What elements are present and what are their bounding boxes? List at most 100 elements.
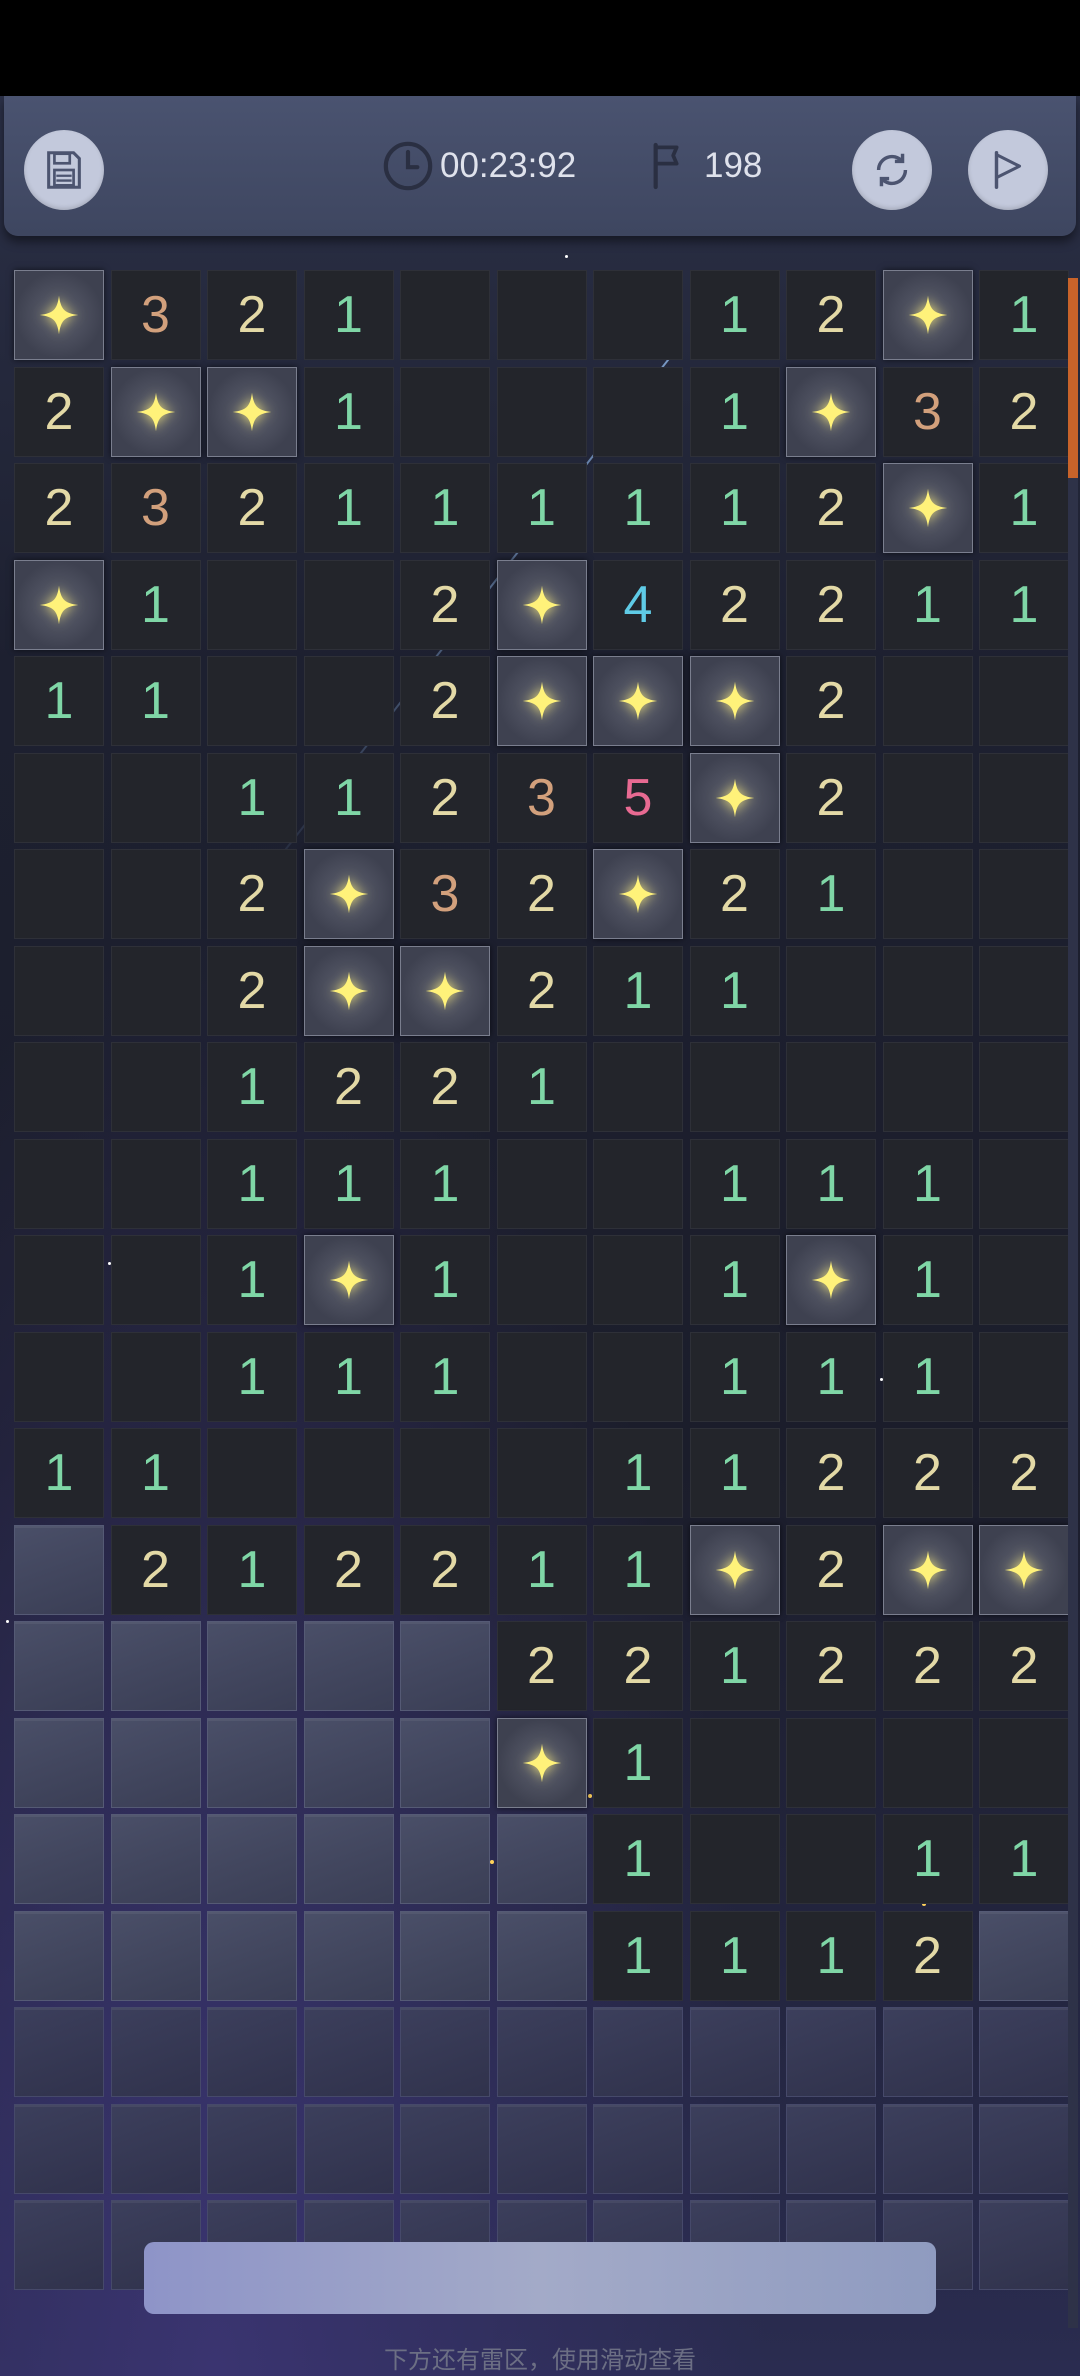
empty-cell[interactable] bbox=[207, 1428, 297, 1518]
number-cell[interactable]: 1 bbox=[303, 463, 394, 553]
covered-cell[interactable] bbox=[303, 1910, 394, 2001]
covered-cell[interactable] bbox=[400, 2007, 490, 2097]
mine-cell[interactable] bbox=[979, 1524, 1069, 1615]
number-cell[interactable]: 2 bbox=[786, 463, 876, 553]
number-cell[interactable]: 2 bbox=[882, 1621, 973, 1711]
empty-cell[interactable] bbox=[496, 1138, 587, 1229]
number-cell[interactable]: 1 bbox=[689, 1235, 780, 1325]
empty-cell[interactable] bbox=[303, 1428, 394, 1518]
covered-cell[interactable] bbox=[593, 2007, 683, 2097]
empty-cell[interactable] bbox=[14, 1138, 104, 1229]
empty-cell[interactable] bbox=[882, 656, 973, 746]
empty-cell[interactable] bbox=[400, 270, 490, 360]
covered-cell[interactable] bbox=[786, 2007, 876, 2097]
empty-cell[interactable] bbox=[786, 1814, 876, 1904]
empty-cell[interactable] bbox=[882, 1717, 973, 1808]
mine-cell[interactable] bbox=[593, 849, 683, 939]
board-scrollbar[interactable] bbox=[1068, 278, 1078, 2328]
empty-cell[interactable] bbox=[110, 1331, 201, 1422]
covered-cell[interactable] bbox=[689, 2103, 780, 2194]
empty-cell[interactable] bbox=[496, 1428, 587, 1518]
number-cell[interactable]: 3 bbox=[110, 463, 201, 553]
number-cell[interactable]: 1 bbox=[882, 1235, 973, 1325]
empty-cell[interactable] bbox=[207, 559, 297, 650]
empty-cell[interactable] bbox=[689, 1717, 780, 1808]
empty-cell[interactable] bbox=[786, 1717, 876, 1808]
number-cell[interactable]: 2 bbox=[14, 366, 104, 457]
number-cell[interactable]: 2 bbox=[207, 945, 297, 1036]
number-cell[interactable]: 1 bbox=[593, 1428, 683, 1518]
covered-cell[interactable] bbox=[979, 2103, 1069, 2194]
empty-cell[interactable] bbox=[14, 1331, 104, 1422]
mine-cell[interactable] bbox=[689, 1524, 780, 1615]
number-cell[interactable]: 3 bbox=[110, 270, 201, 360]
number-cell[interactable]: 2 bbox=[207, 463, 297, 553]
number-cell[interactable]: 2 bbox=[689, 559, 780, 650]
covered-cell[interactable] bbox=[689, 2007, 780, 2097]
number-cell[interactable]: 1 bbox=[882, 1814, 973, 1904]
number-cell[interactable]: 2 bbox=[979, 1621, 1069, 1711]
number-cell[interactable]: 1 bbox=[207, 1138, 297, 1229]
number-cell[interactable]: 1 bbox=[689, 366, 780, 457]
mine-cell[interactable] bbox=[786, 1235, 876, 1325]
empty-cell[interactable] bbox=[979, 752, 1069, 843]
number-cell[interactable]: 3 bbox=[496, 752, 587, 843]
covered-cell[interactable] bbox=[400, 1814, 490, 1904]
covered-cell[interactable] bbox=[14, 2200, 104, 2290]
covered-cell[interactable] bbox=[110, 1910, 201, 2001]
covered-cell[interactable] bbox=[207, 1717, 297, 1808]
covered-cell[interactable] bbox=[110, 2007, 201, 2097]
empty-cell[interactable] bbox=[110, 752, 201, 843]
number-cell[interactable]: 1 bbox=[110, 656, 201, 746]
number-cell[interactable]: 2 bbox=[786, 656, 876, 746]
number-cell[interactable]: 1 bbox=[207, 752, 297, 843]
number-cell[interactable]: 1 bbox=[689, 270, 780, 360]
mine-cell[interactable] bbox=[496, 1717, 587, 1808]
covered-cell[interactable] bbox=[303, 1814, 394, 1904]
empty-cell[interactable] bbox=[593, 1042, 683, 1132]
covered-cell[interactable] bbox=[979, 2200, 1069, 2290]
horizontal-scroll-handle[interactable] bbox=[144, 2242, 936, 2314]
empty-cell[interactable] bbox=[400, 366, 490, 457]
empty-cell[interactable] bbox=[593, 270, 683, 360]
number-cell[interactable]: 1 bbox=[689, 1621, 780, 1711]
number-cell[interactable]: 1 bbox=[689, 463, 780, 553]
empty-cell[interactable] bbox=[110, 1235, 201, 1325]
covered-cell[interactable] bbox=[303, 1621, 394, 1711]
number-cell[interactable]: 2 bbox=[496, 849, 587, 939]
mine-cell[interactable] bbox=[593, 656, 683, 746]
empty-cell[interactable] bbox=[786, 1042, 876, 1132]
number-cell[interactable]: 1 bbox=[593, 945, 683, 1036]
empty-cell[interactable] bbox=[979, 849, 1069, 939]
number-cell[interactable]: 2 bbox=[979, 1428, 1069, 1518]
board-scrollbar-thumb[interactable] bbox=[1068, 278, 1078, 478]
covered-cell[interactable] bbox=[110, 1814, 201, 1904]
number-cell[interactable]: 1 bbox=[400, 1138, 490, 1229]
number-cell[interactable]: 2 bbox=[786, 752, 876, 843]
number-cell[interactable]: 1 bbox=[303, 752, 394, 843]
covered-cell[interactable] bbox=[496, 1814, 587, 1904]
covered-cell[interactable] bbox=[110, 1717, 201, 1808]
number-cell[interactable]: 1 bbox=[979, 270, 1069, 360]
empty-cell[interactable] bbox=[14, 1042, 104, 1132]
mine-cell[interactable] bbox=[14, 559, 104, 650]
number-cell[interactable]: 2 bbox=[786, 559, 876, 650]
covered-cell[interactable] bbox=[207, 1621, 297, 1711]
empty-cell[interactable] bbox=[689, 1814, 780, 1904]
empty-cell[interactable] bbox=[496, 1331, 587, 1422]
covered-cell[interactable] bbox=[303, 1717, 394, 1808]
empty-cell[interactable] bbox=[400, 1428, 490, 1518]
covered-cell[interactable] bbox=[14, 1717, 104, 1808]
covered-cell[interactable] bbox=[110, 1621, 201, 1711]
number-cell[interactable]: 2 bbox=[400, 1524, 490, 1615]
covered-cell[interactable] bbox=[207, 2007, 297, 2097]
number-cell[interactable]: 1 bbox=[689, 1331, 780, 1422]
covered-cell[interactable] bbox=[303, 2103, 394, 2194]
empty-cell[interactable] bbox=[979, 1235, 1069, 1325]
number-cell[interactable]: 1 bbox=[303, 1138, 394, 1229]
number-cell[interactable]: 2 bbox=[786, 270, 876, 360]
covered-cell[interactable] bbox=[400, 1910, 490, 2001]
empty-cell[interactable] bbox=[979, 1042, 1069, 1132]
empty-cell[interactable] bbox=[979, 1138, 1069, 1229]
number-cell[interactable]: 1 bbox=[882, 559, 973, 650]
